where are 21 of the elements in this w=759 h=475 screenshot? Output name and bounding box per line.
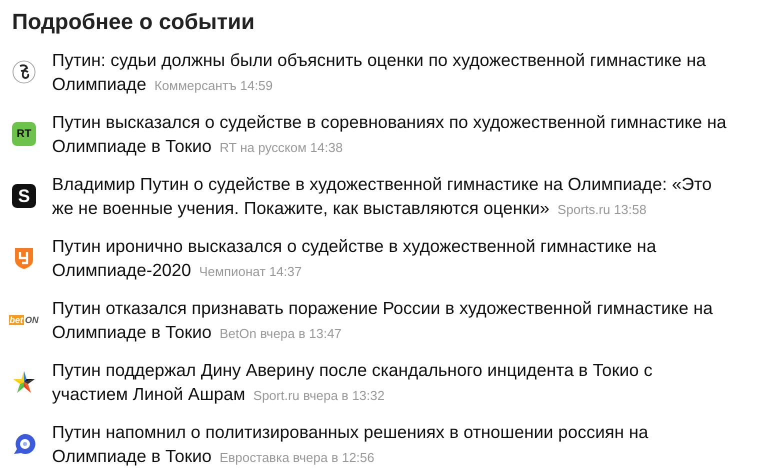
news-source: Sport.ru вчера в 13:32 [253, 388, 385, 403]
news-headline[interactable]: Путин напомнил о политизированных решениях в отношении россиян на Олимпиаде в Токио Евроставка вчера в 12:56 [52, 420, 727, 470]
news-headline[interactable]: Путин поддержал Дину Аверину после скандального инцидента в Токио с участием Линой Ашрам Sport.ru вчера в 13:32 [52, 358, 727, 408]
section-title: Подробнее о событии [12, 8, 256, 36]
rt-logo: RT [12, 122, 36, 146]
news-headline[interactable]: Путин высказался о судействе в соревнованиях по художественной гимнастике на Олимпиаде в Токио RT на русском 14:38 [52, 110, 727, 160]
news-headline[interactable]: Путин отказался признавать поражение России в художественной гимнастике на Олимпиаде в Токио BetOn вчера в 13:47 [52, 296, 727, 346]
news-source: BetOn вчера в 13:47 [220, 326, 342, 341]
star-icon [12, 370, 36, 394]
news-source: Евроставка вчера в 12:56 [220, 450, 374, 465]
news-source: RT на русском 14:38 [220, 140, 343, 155]
news-headline[interactable]: Путин: судьи должны были объяснить оценки по художественной гимнастике на Олимпиаде Коммерсантъ 14:59 [52, 48, 727, 98]
news-source: Чемпионат 14:37 [199, 264, 302, 279]
script-letter-icon [12, 60, 36, 84]
news-headline[interactable]: Владимир Путин о судействе в художественной гимнастике на Олимпиаде: «Это же не военные учения. Покажите, как выставляются оценки» Sports.ru 13:58 [52, 172, 727, 222]
shield-icon [13, 246, 35, 270]
news-source: Sports.ru 13:58 [558, 202, 646, 217]
sports-logo: S [12, 184, 36, 208]
news-source: Коммерсантъ 14:59 [154, 78, 273, 93]
news-headline[interactable]: Путин иронично высказался о судействе в художественной гимнастике на Олимпиаде-2020 Чемпионат 14:37 [52, 234, 727, 284]
beton-logo: bet ON [8, 315, 40, 325]
